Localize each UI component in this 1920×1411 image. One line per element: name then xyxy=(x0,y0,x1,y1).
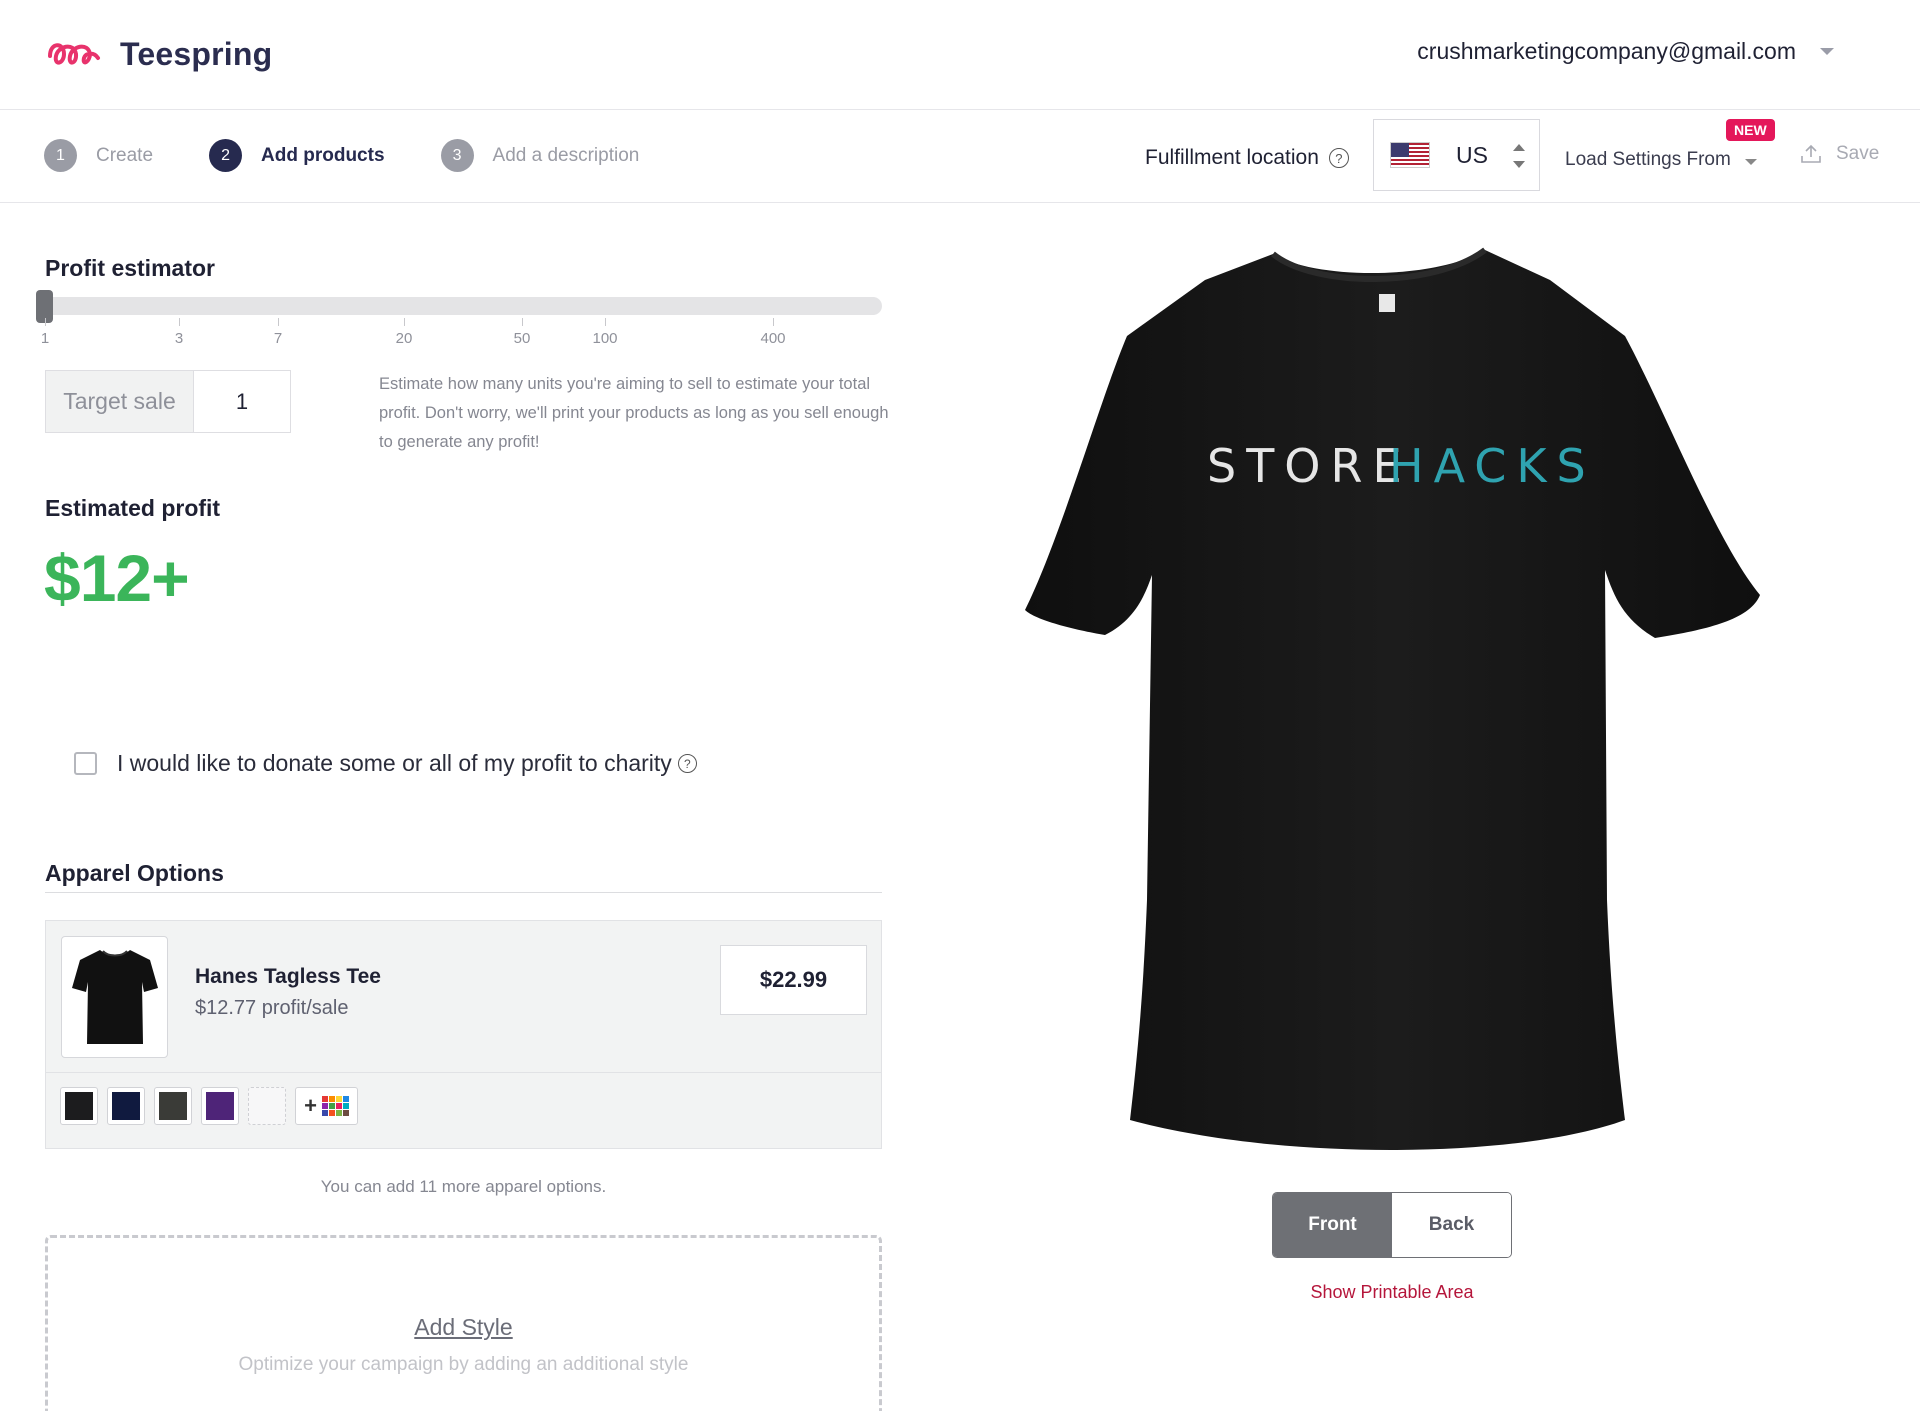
step-create[interactable]: 1 Create xyxy=(44,139,153,172)
slider-tick-label: 20 xyxy=(395,330,413,347)
question-icon[interactable]: ? xyxy=(1328,148,1349,168)
cloud-upload-icon xyxy=(1801,144,1821,163)
charity-option[interactable]: I would like to donate some or all of my… xyxy=(74,750,697,777)
add-style-subtitle: Optimize your campaign by adding an addi… xyxy=(238,1354,689,1375)
load-settings-label: Load Settings From xyxy=(1565,149,1731,170)
up-down-arrows-icon xyxy=(1513,144,1525,168)
step-number: 3 xyxy=(440,139,474,172)
slider-tick xyxy=(278,318,279,326)
load-settings-dropdown[interactable]: Load Settings From xyxy=(1565,149,1757,171)
step-label: Create xyxy=(96,144,154,166)
front-button[interactable]: Front xyxy=(1273,1193,1392,1257)
estimator-help-text: Estimate how many units you're aiming to… xyxy=(379,375,889,451)
us-flag-icon xyxy=(1390,142,1430,168)
chevron-down-icon xyxy=(1820,48,1834,55)
slider-tick xyxy=(404,318,405,326)
slider-tick-label: 100 xyxy=(592,330,618,347)
slider-tick xyxy=(45,318,46,326)
product-thumbnail[interactable] xyxy=(61,936,168,1058)
slider-tick xyxy=(522,318,523,326)
step-number: 1 xyxy=(44,139,77,172)
estimated-profit-title: Estimated profit xyxy=(45,495,221,521)
target-sale-label: Target sale xyxy=(46,371,194,432)
add-style-dropzone[interactable]: Add Style Optimize your campaign by addi… xyxy=(45,1235,882,1411)
question-icon[interactable]: ? xyxy=(677,754,697,773)
slider-tick-label: 7 xyxy=(273,330,283,347)
slider-tick-label: 1 xyxy=(40,330,50,347)
chevron-down-icon xyxy=(1744,159,1757,165)
step-bar: 1 Create 2 Add products 3 Add a descript… xyxy=(0,111,1920,203)
swatch-fill xyxy=(159,1092,187,1120)
country-code: US xyxy=(1456,141,1488,168)
product-name: Hanes Tagless Tee xyxy=(195,965,381,988)
design-text-hacks: HACKS xyxy=(1389,439,1596,493)
more-options-text: You can add 11 more apparel options. xyxy=(320,1177,607,1196)
save-button[interactable]: Save xyxy=(1800,143,1879,165)
tshirt-mockup: STORE HACKS xyxy=(1025,247,1760,1150)
account-email: crushmarketingcompany@gmail.com xyxy=(1417,38,1796,64)
tshirt-icon xyxy=(71,950,158,1044)
color-swatch-empty[interactable] xyxy=(248,1087,286,1125)
shirt-preview: STORE HACKS xyxy=(1015,240,1775,1170)
step-add-products[interactable]: 2 Add products xyxy=(209,139,385,172)
country-select[interactable]: US xyxy=(1373,119,1540,191)
estimated-profit-value: $12+ xyxy=(44,541,190,615)
fulfillment-location: Fulfillment location ? xyxy=(1145,146,1349,170)
step-add-description[interactable]: 3 Add a description xyxy=(440,139,640,172)
slider-tick-label: 3 xyxy=(174,330,184,347)
show-printable-area-link[interactable]: Show Printable Area xyxy=(1272,1282,1512,1303)
progress-steps: 1 Create 2 Add products 3 Add a descript… xyxy=(44,139,695,172)
teespring-logo[interactable]: Teespring xyxy=(46,32,272,76)
divider xyxy=(45,892,882,893)
slider-tick xyxy=(605,318,606,326)
slider-tick xyxy=(179,318,180,326)
price-input[interactable]: $22.99 xyxy=(720,945,867,1015)
account-menu[interactable]: crushmarketingcompany@gmail.com xyxy=(1417,38,1834,65)
charity-checkbox[interactable] xyxy=(74,752,97,775)
teespring-logo-icon xyxy=(48,43,100,65)
front-back-toggle: Front Back xyxy=(1272,1192,1512,1258)
color-swatches: + xyxy=(60,1087,358,1125)
add-color-button[interactable]: + xyxy=(295,1087,358,1125)
swatch-fill xyxy=(112,1092,140,1120)
slider-tick-label: 400 xyxy=(760,330,786,347)
color-swatch-navy[interactable] xyxy=(107,1087,145,1125)
slider-tick-label: 50 xyxy=(513,330,531,347)
brand-name: Teespring xyxy=(120,35,273,72)
step-number: 2 xyxy=(209,139,243,172)
back-button[interactable]: Back xyxy=(1392,1193,1511,1257)
color-palette-icon xyxy=(321,1096,349,1116)
profit-estimator-title: Profit estimator xyxy=(45,255,215,281)
swatch-fill xyxy=(206,1092,234,1120)
charity-label: I would like to donate some or all of my… xyxy=(117,750,672,776)
color-swatch-purple[interactable] xyxy=(201,1087,239,1125)
step-label: Add products xyxy=(261,144,385,166)
color-swatch-charcoal[interactable] xyxy=(154,1087,192,1125)
new-badge: NEW xyxy=(1726,119,1775,141)
product-profit: $12.77 profit/sale xyxy=(195,997,349,1019)
apparel-options-title: Apparel Options xyxy=(45,860,224,886)
add-style-link[interactable]: Add Style xyxy=(48,1314,879,1341)
plus-icon: + xyxy=(304,1093,317,1118)
target-sale-input[interactable]: 1 xyxy=(194,371,290,432)
apparel-card: Hanes Tagless Tee $12.77 profit/sale $22… xyxy=(45,920,882,1149)
fulfillment-label: Fulfillment location xyxy=(1145,146,1319,169)
design-text-store: STORE xyxy=(1207,439,1412,493)
color-swatch-black[interactable] xyxy=(60,1087,98,1125)
profit-slider-track[interactable] xyxy=(45,297,882,315)
swatch-fill xyxy=(65,1092,93,1120)
save-label: Save xyxy=(1836,143,1880,164)
step-label: Add a description xyxy=(492,144,640,166)
apparel-product-row: Hanes Tagless Tee $12.77 profit/sale $22… xyxy=(46,921,881,1073)
top-header: Teespring crushmarketingcompany@gmail.co… xyxy=(0,0,1920,110)
slider-tick xyxy=(773,318,774,326)
target-sale-field[interactable]: Target sale 1 xyxy=(45,370,291,433)
